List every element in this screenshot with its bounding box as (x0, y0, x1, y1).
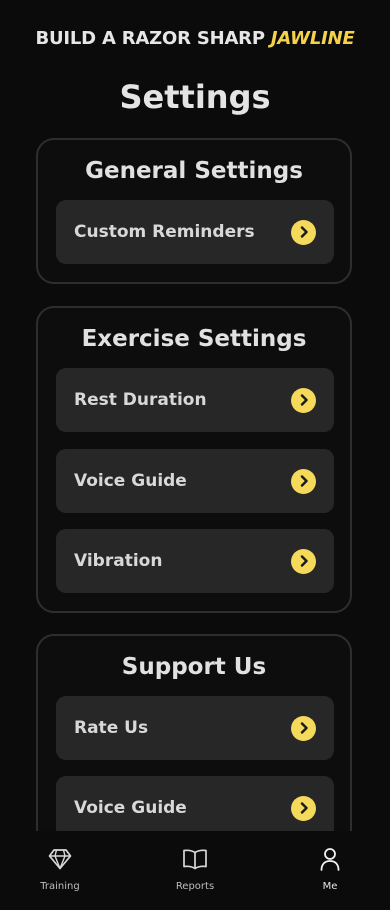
chevron-right-icon (291, 715, 316, 741)
rate-us-row[interactable]: Rate Us (56, 696, 334, 760)
brand-accent: JAWLINE (270, 28, 355, 49)
book-icon (150, 845, 240, 873)
tab-me[interactable]: Me (285, 845, 375, 892)
diamond-icon (15, 845, 105, 873)
section-title: Support Us (121, 654, 267, 680)
person-icon (285, 845, 375, 873)
row-label: Rate Us (74, 718, 149, 738)
chevron-right-icon (291, 548, 316, 574)
custom-reminders-row[interactable]: Custom Reminders (56, 200, 334, 264)
section-title: General Settings (85, 158, 303, 184)
bottom-tab-bar: Training Reports Me (0, 831, 390, 910)
chevron-right-icon (291, 795, 316, 821)
general-settings-section: General Settings Custom Reminders (36, 138, 352, 284)
row-label: Rest Duration (74, 390, 207, 410)
row-label: Voice Guide (74, 471, 187, 491)
tab-label: Training (40, 881, 80, 892)
support-voice-guide-row[interactable]: Voice Guide (56, 776, 334, 831)
chevron-right-icon (291, 387, 316, 413)
tab-reports[interactable]: Reports (150, 845, 240, 892)
vibration-row[interactable]: Vibration (56, 529, 334, 593)
brand-prefix: BUILD A RAZOR SHARP (35, 28, 265, 49)
page-title: Settings (119, 78, 271, 116)
app-brand-header: BUILD A RAZOR SHARP JAWLINE (0, 28, 390, 49)
rest-duration-row[interactable]: Rest Duration (56, 368, 334, 432)
tab-label: Reports (175, 881, 215, 892)
settings-scroll-area[interactable]: BUILD A RAZOR SHARP JAWLINE Settings Gen… (0, 0, 390, 831)
chevron-right-icon (291, 219, 316, 245)
tab-training[interactable]: Training (15, 845, 105, 892)
voice-guide-row[interactable]: Voice Guide (56, 449, 334, 513)
support-us-section: Support Us Rate Us Voice Guide (36, 634, 352, 831)
tab-label: Me (322, 881, 338, 892)
section-title: Exercise Settings (81, 326, 307, 352)
row-label: Vibration (74, 551, 163, 571)
row-label: Custom Reminders (74, 222, 255, 242)
exercise-settings-section: Exercise Settings Rest Duration Voice Gu… (36, 306, 352, 613)
chevron-right-icon (291, 468, 316, 494)
row-label: Voice Guide (74, 798, 187, 818)
